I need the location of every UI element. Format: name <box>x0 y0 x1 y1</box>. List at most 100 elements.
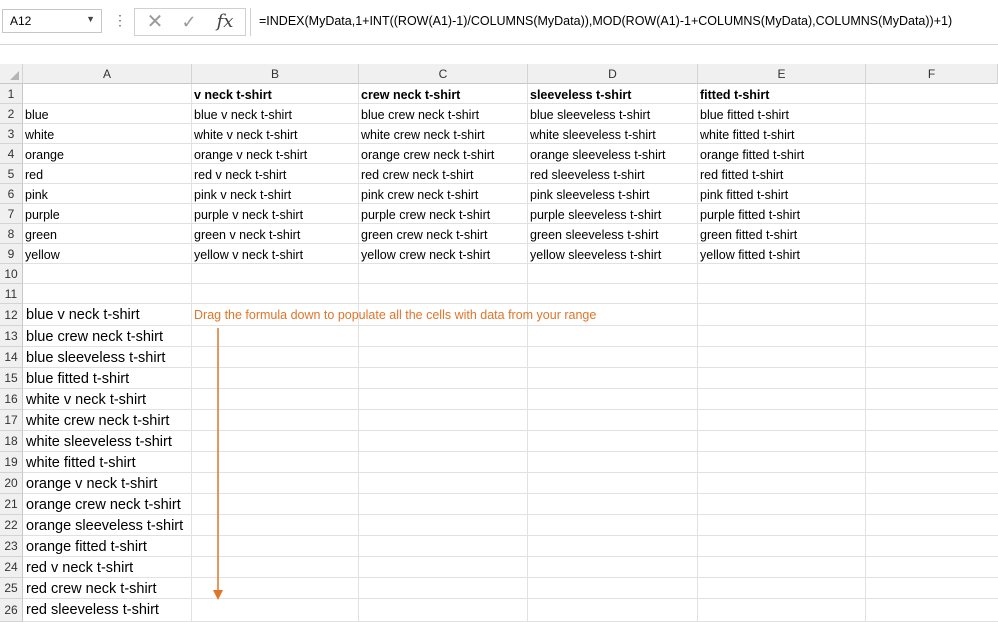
cell-b4[interactable]: orange v neck t-shirt <box>194 148 307 162</box>
row-header-10[interactable]: 10 <box>0 264 23 284</box>
cell-d2[interactable]: blue sleeveless t-shirt <box>530 108 650 122</box>
row-header-16[interactable]: 16 <box>0 389 23 410</box>
chevron-down-icon[interactable]: ▼ <box>86 14 95 24</box>
cell-b2[interactable]: blue v neck t-shirt <box>194 108 292 122</box>
cell-e4[interactable]: orange fitted t-shirt <box>700 148 804 162</box>
cell-c1[interactable]: crew neck t-shirt <box>361 88 460 102</box>
column-header-c[interactable]: C <box>359 64 528 84</box>
cell-c9[interactable]: yellow crew neck t-shirt <box>361 248 490 262</box>
cell-a13[interactable]: blue crew neck t-shirt <box>26 329 163 345</box>
row-header-7[interactable]: 7 <box>0 204 23 224</box>
row-header-25[interactable]: 25 <box>0 578 23 599</box>
row-header-15[interactable]: 15 <box>0 368 23 389</box>
row-header-19[interactable]: 19 <box>0 452 23 473</box>
column-header-e[interactable]: E <box>698 64 866 84</box>
row-header-21[interactable]: 21 <box>0 494 23 515</box>
cell-a6[interactable]: pink <box>25 188 48 202</box>
name-box[interactable]: A12 ▼ <box>2 9 102 33</box>
row-header-9[interactable]: 9 <box>0 244 23 264</box>
cell-a9[interactable]: yellow <box>25 248 60 262</box>
row-header-18[interactable]: 18 <box>0 431 23 452</box>
cell-d9[interactable]: yellow sleeveless t-shirt <box>530 248 661 262</box>
cell-e3[interactable]: white fitted t-shirt <box>700 128 794 142</box>
cell-e6[interactable]: pink fitted t-shirt <box>700 188 788 202</box>
cell-e7[interactable]: purple fitted t-shirt <box>700 208 800 222</box>
cell-e8[interactable]: green fitted t-shirt <box>700 228 797 242</box>
cell-b6[interactable]: pink v neck t-shirt <box>194 188 291 202</box>
cell-a2[interactable]: blue <box>25 108 49 122</box>
cell-b9[interactable]: yellow v neck t-shirt <box>194 248 303 262</box>
cell-a17[interactable]: white crew neck t-shirt <box>26 413 169 429</box>
cell-c2[interactable]: blue crew neck t-shirt <box>361 108 479 122</box>
cell-c7[interactable]: purple crew neck t-shirt <box>361 208 490 222</box>
cell-c8[interactable]: green crew neck t-shirt <box>361 228 487 242</box>
cell-d5[interactable]: red sleeveless t-shirt <box>530 168 645 182</box>
cell-a7[interactable]: purple <box>25 208 60 222</box>
cell-b3[interactable]: white v neck t-shirt <box>194 128 298 142</box>
cell-c6[interactable]: pink crew neck t-shirt <box>361 188 478 202</box>
column-header-b[interactable]: B <box>192 64 359 84</box>
cell-b5[interactable]: red v neck t-shirt <box>194 168 286 182</box>
row-header-17[interactable]: 17 <box>0 410 23 431</box>
cell-e2[interactable]: blue fitted t-shirt <box>700 108 789 122</box>
row-header-20[interactable]: 20 <box>0 473 23 494</box>
cell-a24[interactable]: red v neck t-shirt <box>26 560 133 576</box>
row-header-1[interactable]: 1 <box>0 84 23 104</box>
more-options-icon[interactable]: ⋮ <box>113 12 127 29</box>
row-header-14[interactable]: 14 <box>0 347 23 368</box>
cell-e1[interactable]: fitted t-shirt <box>700 88 769 102</box>
row-header-23[interactable]: 23 <box>0 536 23 557</box>
column-header-f[interactable]: F <box>866 64 998 84</box>
cell-a16[interactable]: white v neck t-shirt <box>26 392 146 408</box>
cell-d6[interactable]: pink sleeveless t-shirt <box>530 188 650 202</box>
cell-a22[interactable]: orange sleeveless t-shirt <box>26 518 183 534</box>
row-header-3[interactable]: 3 <box>0 124 23 144</box>
cell-a14[interactable]: blue sleeveless t-shirt <box>26 350 165 366</box>
cell-e9[interactable]: yellow fitted t-shirt <box>700 248 800 262</box>
cell-d1[interactable]: sleeveless t-shirt <box>530 88 631 102</box>
cell-b1[interactable]: v neck t-shirt <box>194 88 272 102</box>
check-icon[interactable]: ✓ <box>175 11 203 33</box>
cancel-x-icon[interactable]: ✕ <box>141 11 169 33</box>
cell-b8[interactable]: green v neck t-shirt <box>194 228 300 242</box>
formula-input[interactable]: =INDEX(MyData,1+INT((ROW(A1)-1)/COLUMNS(… <box>250 8 996 36</box>
row-header-22[interactable]: 22 <box>0 515 23 536</box>
row-header-26[interactable]: 26 <box>0 599 23 622</box>
cell-a12[interactable]: blue v neck t-shirt <box>26 307 140 323</box>
row-header-13[interactable]: 13 <box>0 326 23 347</box>
cell-d3[interactable]: white sleeveless t-shirt <box>530 128 656 142</box>
row-header-8[interactable]: 8 <box>0 224 23 244</box>
row-header-12[interactable]: 12 <box>0 304 23 326</box>
row-header-2[interactable]: 2 <box>0 104 23 124</box>
cell-a3[interactable]: white <box>25 128 54 142</box>
cell-d4[interactable]: orange sleeveless t-shirt <box>530 148 665 162</box>
cell-a4[interactable]: orange <box>25 148 64 162</box>
cell-a15[interactable]: blue fitted t-shirt <box>26 371 129 387</box>
cell-c4[interactable]: orange crew neck t-shirt <box>361 148 494 162</box>
cell-c3[interactable]: white crew neck t-shirt <box>361 128 485 142</box>
cell-d7[interactable]: purple sleeveless t-shirt <box>530 208 661 222</box>
cell-c5[interactable]: red crew neck t-shirt <box>361 168 474 182</box>
cell-a8[interactable]: green <box>25 228 57 242</box>
cell-a25[interactable]: red crew neck t-shirt <box>26 581 157 597</box>
cell-a20[interactable]: orange v neck t-shirt <box>26 476 157 492</box>
drag-instruction-note: Drag the formula down to populate all th… <box>194 308 597 322</box>
cell-a18[interactable]: white sleeveless t-shirt <box>26 434 172 450</box>
row-header-4[interactable]: 4 <box>0 144 23 164</box>
row-header-11[interactable]: 11 <box>0 284 23 304</box>
cell-a26[interactable]: red sleeveless t-shirt <box>26 602 159 618</box>
cell-a19[interactable]: white fitted t-shirt <box>26 455 136 471</box>
cell-d8[interactable]: green sleeveless t-shirt <box>530 228 659 242</box>
insert-function-button[interactable]: fx <box>211 11 239 33</box>
cell-a23[interactable]: orange fitted t-shirt <box>26 539 147 555</box>
column-header-d[interactable]: D <box>528 64 698 84</box>
select-all-corner[interactable] <box>0 64 23 84</box>
cell-e5[interactable]: red fitted t-shirt <box>700 168 783 182</box>
row-header-5[interactable]: 5 <box>0 164 23 184</box>
cell-b7[interactable]: purple v neck t-shirt <box>194 208 303 222</box>
row-header-24[interactable]: 24 <box>0 557 23 578</box>
cell-a5[interactable]: red <box>25 168 43 182</box>
row-header-6[interactable]: 6 <box>0 184 23 204</box>
column-header-a[interactable]: A <box>23 64 192 84</box>
cell-a21[interactable]: orange crew neck t-shirt <box>26 497 181 513</box>
